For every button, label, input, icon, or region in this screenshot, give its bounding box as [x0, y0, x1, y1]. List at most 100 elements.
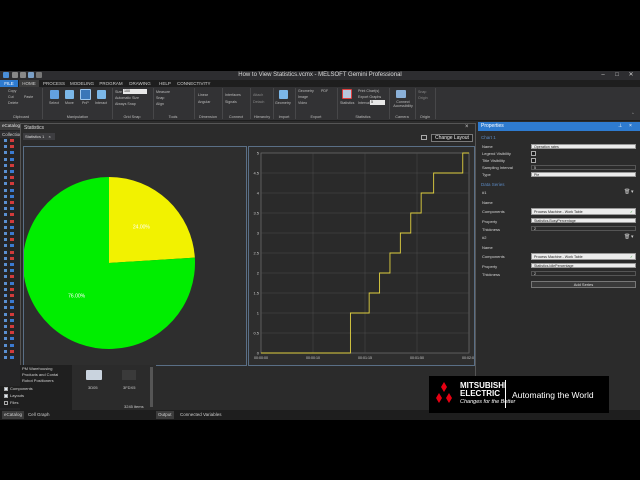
delete-series-icon[interactable]: 🗑 [624, 189, 630, 195]
tree-expand-icon[interactable] [4, 238, 7, 242]
align-button[interactable]: Align [156, 102, 164, 106]
tree-expand-icon[interactable] [4, 207, 7, 211]
maximize-button[interactable]: □ [610, 71, 624, 80]
select-icon[interactable] [50, 90, 59, 99]
layouts-checkbox[interactable] [4, 394, 8, 398]
tab-connected-variables[interactable]: Connected Variables [178, 411, 223, 419]
tree-expand-icon[interactable] [4, 250, 7, 254]
tree-expand-icon[interactable] [4, 337, 7, 341]
scrollbar[interactable] [150, 367, 153, 407]
catalog-thumbnail[interactable] [86, 370, 102, 380]
tree-expand-icon[interactable] [4, 356, 7, 359]
tree-node-icon[interactable] [10, 213, 14, 217]
signals-button[interactable]: Signals [225, 100, 237, 104]
tree-node-icon[interactable] [10, 349, 14, 353]
collapse-ribbon-icon[interactable]: ^ [632, 112, 634, 116]
tree-node-icon[interactable] [10, 201, 14, 204]
tab-help[interactable]: HELP [156, 80, 174, 87]
size-input[interactable]: 100 [123, 89, 147, 94]
print-charts-button[interactable]: Print Chart(s) [358, 89, 379, 93]
tree-expand-icon[interactable] [4, 281, 7, 285]
tree-node-icon[interactable] [10, 294, 14, 297]
collapse-series-icon[interactable]: ▾ [631, 234, 634, 240]
tree-node-icon[interactable] [10, 194, 14, 198]
pnp-icon[interactable] [80, 89, 91, 100]
tree-node-icon[interactable] [10, 219, 14, 223]
automatic-size-checkbox[interactable]: Automatic Size [115, 96, 139, 100]
tree-node-icon[interactable] [10, 232, 14, 235]
always-snap-checkbox[interactable]: Always Snap [115, 102, 136, 106]
tree-node-icon[interactable] [10, 275, 14, 279]
tree-expand-icon[interactable] [4, 300, 7, 304]
tree-expand-icon[interactable] [4, 213, 7, 217]
tree-node-icon[interactable] [10, 312, 14, 316]
components-checkbox[interactable] [4, 387, 8, 391]
tree-node-icon[interactable] [10, 238, 14, 242]
close-tab-icon[interactable]: × [48, 134, 50, 139]
series-components-field[interactable]: Process Machine - Work Table ✓ [531, 253, 636, 260]
tree-node-icon[interactable] [10, 331, 14, 335]
tab-modeling[interactable]: MODELING [69, 80, 95, 87]
minimize-button[interactable]: – [596, 71, 610, 80]
collections-tab[interactable]: Collections [0, 131, 24, 138]
tree-node-icon[interactable] [10, 145, 14, 149]
export-video-button[interactable]: Video [298, 101, 307, 105]
collapse-series-icon[interactable]: ▾ [631, 189, 634, 195]
tab-output[interactable]: Output [156, 411, 174, 419]
tree-expand-icon[interactable] [4, 325, 7, 328]
tab-home[interactable]: HOME [19, 80, 39, 87]
origin-snap-button[interactable]: Snap [418, 90, 426, 94]
tree-node-icon[interactable] [10, 163, 14, 167]
tree-node-icon[interactable] [10, 170, 14, 173]
series-thickness-field[interactable]: 2 [531, 271, 636, 276]
tree-expand-icon[interactable] [4, 275, 7, 279]
linear-button[interactable]: Linear [198, 93, 208, 97]
attach-button[interactable]: Attach [253, 93, 263, 97]
tab-ecatalog-bottom[interactable]: eCatalog [2, 411, 25, 419]
tree-expand-icon[interactable] [4, 176, 7, 180]
statistics-icon[interactable] [342, 89, 352, 99]
tree-expand-icon[interactable] [4, 188, 7, 192]
export-image-button[interactable]: Image [298, 95, 308, 99]
tree-node-icon[interactable] [10, 306, 14, 310]
snap-button[interactable]: Snap [156, 96, 164, 100]
tree-node-icon[interactable] [10, 318, 14, 322]
tree-expand-icon[interactable] [4, 312, 7, 316]
paste-button[interactable]: Paste [24, 95, 33, 99]
measure-button[interactable]: Measure [156, 90, 170, 94]
tree-expand-icon[interactable] [4, 139, 7, 142]
title-visibility-checkbox[interactable] [531, 158, 536, 163]
tab-drawing[interactable]: DRAWING [127, 80, 153, 87]
tree-expand-icon[interactable] [4, 194, 7, 198]
copy-button[interactable]: Copy [8, 89, 16, 93]
tree-expand-icon[interactable] [4, 349, 7, 353]
interact-icon[interactable] [97, 90, 106, 99]
tree-node-icon[interactable] [10, 157, 14, 161]
pin-icon[interactable]: ⊥ [618, 123, 622, 129]
close-panel-icon[interactable]: × [629, 123, 632, 129]
add-series-button[interactable]: Add Series [531, 281, 636, 288]
tree-expand-icon[interactable] [4, 294, 7, 297]
series-property-select[interactable]: Statistics.BusyPercentage [531, 218, 636, 223]
tree-expand-icon[interactable] [4, 201, 7, 204]
tree-expand-icon[interactable] [4, 256, 7, 260]
list-item[interactable]: PM Warehousing [22, 366, 53, 371]
tree-expand-icon[interactable] [4, 182, 7, 186]
cut-button[interactable]: Cut [8, 95, 14, 99]
interval-input[interactable]: 5 [370, 100, 385, 105]
catalog-item-label[interactable]: 3D05 [88, 385, 98, 390]
series-property-select[interactable]: Statistics.IdlePercentage [531, 263, 636, 268]
tree-expand-icon[interactable] [4, 269, 7, 273]
tree-expand-icon[interactable] [4, 151, 7, 155]
tree-node-icon[interactable] [10, 250, 14, 254]
export-geometry-button[interactable]: Geometry [298, 89, 314, 93]
tree-expand-icon[interactable] [4, 232, 7, 235]
tree-expand-icon[interactable] [4, 145, 7, 149]
export-pdf-button[interactable]: PDF [321, 89, 328, 93]
tree-node-icon[interactable] [10, 356, 14, 359]
tab-program[interactable]: PROGRAM [98, 80, 124, 87]
series-components-field[interactable]: Process Machine - Work Table ✓ [531, 208, 636, 215]
files-checkbox[interactable] [4, 401, 8, 405]
legend-visibility-checkbox[interactable] [531, 151, 536, 156]
tree-expand-icon[interactable] [4, 225, 7, 229]
